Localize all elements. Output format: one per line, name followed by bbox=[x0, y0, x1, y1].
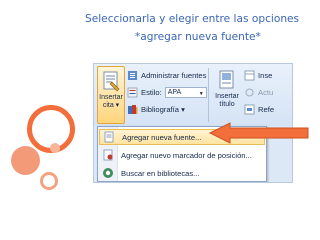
update-table-icon bbox=[244, 87, 255, 98]
insert-citation-label-1: Insertar bbox=[99, 94, 123, 101]
caption-line-2: *agregar nueva fuente* bbox=[135, 31, 261, 43]
manage-sources-label: Administrar fuentes bbox=[141, 71, 207, 80]
references-ribbon: Insertar cita ▾ Administrar fuentes Esti… bbox=[94, 64, 292, 126]
update-table-button[interactable]: Actu bbox=[244, 86, 273, 99]
menu-item-label: Agregar nueva fuente... bbox=[122, 132, 202, 142]
style-value: APA bbox=[167, 89, 182, 96]
insert-caption-label-1: Insertar bbox=[215, 93, 239, 100]
ribbon-separator bbox=[208, 68, 209, 122]
insert-caption-icon bbox=[217, 69, 237, 91]
bibliography-button[interactable]: Bibliografía ▾ bbox=[127, 103, 185, 116]
search-library-icon bbox=[102, 167, 114, 179]
menu-item-label: Buscar en bibliotecas... bbox=[121, 168, 200, 178]
menu-item-search-libraries[interactable]: Buscar en bibliotecas... bbox=[99, 165, 265, 181]
bibliography-icon bbox=[127, 104, 138, 115]
placeholder-icon bbox=[102, 149, 114, 161]
insert-caption-label-2: título bbox=[219, 101, 235, 108]
manage-sources-button[interactable]: Administrar fuentes bbox=[127, 69, 206, 82]
style-label: Estilo: bbox=[141, 88, 162, 97]
menu-item-add-placeholder[interactable]: Agregar nuevo marcador de posición... bbox=[99, 147, 265, 163]
style-row: Estilo: APA ▼ bbox=[127, 86, 207, 99]
manage-sources-icon bbox=[127, 70, 138, 81]
insert-table-icon bbox=[244, 70, 255, 81]
decorative-dot-medium bbox=[11, 146, 40, 175]
menu-item-label: Agregar nuevo marcador de posición... bbox=[121, 150, 252, 160]
cross-reference-label: Refe bbox=[258, 105, 275, 114]
decorative-ring-small bbox=[40, 172, 58, 190]
caption-line-1: Seleccionarla y elegir entre las opcione… bbox=[85, 13, 300, 25]
insert-citation-button[interactable]: Insertar cita ▾ bbox=[97, 66, 125, 124]
chevron-down-icon: ▼ bbox=[198, 91, 204, 97]
add-source-icon bbox=[103, 131, 115, 143]
insert-citation-label-2: cita ▾ bbox=[102, 102, 120, 109]
cross-reference-icon bbox=[244, 104, 255, 115]
insert-table-button[interactable]: Inse bbox=[244, 69, 272, 82]
style-icon bbox=[127, 87, 138, 98]
insert-caption-button[interactable]: Insertar título bbox=[213, 66, 241, 124]
insert-table-label: Inse bbox=[258, 71, 273, 80]
cross-reference-button[interactable]: Refe bbox=[244, 103, 274, 116]
pointer-arrow-icon bbox=[208, 121, 310, 145]
style-dropdown[interactable]: APA ▼ bbox=[164, 87, 207, 98]
bibliography-label: Bibliografía ▾ bbox=[141, 105, 185, 114]
update-table-label: Actu bbox=[258, 88, 274, 97]
decorative-dot-small bbox=[50, 143, 60, 153]
insert-citation-icon bbox=[101, 70, 121, 92]
